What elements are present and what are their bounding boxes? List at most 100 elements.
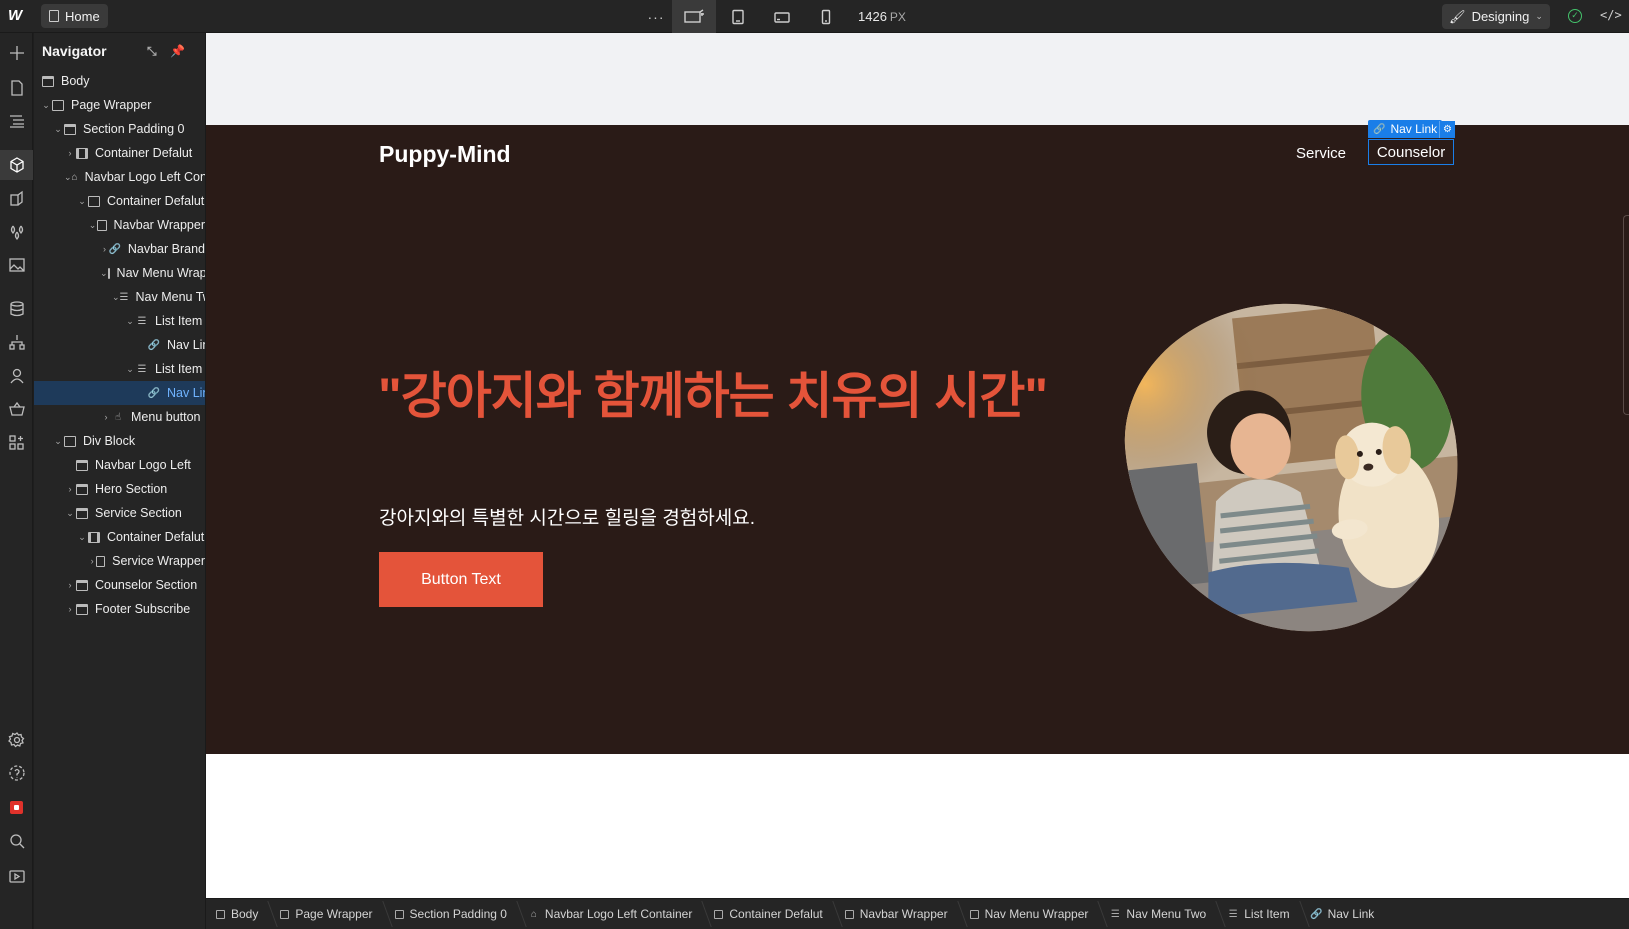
navbar-brand[interactable]: Puppy-Mind (379, 141, 511, 168)
breadcrumb-item-section-padding[interactable]: Section Padding 0 (394, 907, 519, 921)
chevron-down-icon[interactable]: ⌄ (52, 436, 64, 447)
canvas-width-readout[interactable]: 1426 PX (858, 9, 906, 24)
section-icon (76, 507, 88, 519)
tree-item-service-section[interactable]: ⌄ Service Section (34, 501, 205, 525)
publish-status-check-icon[interactable]: ✓ (1568, 9, 1582, 23)
link-icon: 🔗 (108, 243, 122, 255)
element-settings-gear-icon[interactable]: ⚙ (1439, 121, 1455, 138)
breadcrumb-label: Nav Menu Wrapper (984, 907, 1089, 921)
chevron-down-icon[interactable]: ⌄ (64, 172, 72, 183)
more-options-button[interactable]: ··· (640, 9, 672, 25)
logic-icon[interactable] (0, 327, 33, 357)
search-icon[interactable] (0, 826, 33, 856)
breadcrumb-item-page-wrapper[interactable]: Page Wrapper (280, 907, 384, 921)
record-icon[interactable] (0, 792, 33, 822)
tree-item-menu-button[interactable]: › ☝ Menu button (34, 405, 205, 429)
breakpoint-tablet-button[interactable] (716, 0, 760, 33)
breakpoint-portrait-button[interactable] (804, 0, 848, 33)
chevron-right-icon[interactable]: › (64, 148, 76, 158)
tree-item-container-default[interactable]: › Container Defalut (34, 141, 205, 165)
tree-item-nav-link-selected[interactable]: 🔗 Nav Link (34, 381, 205, 405)
hero-button[interactable]: Button Text (379, 552, 543, 607)
tree-item-body[interactable]: Body (34, 69, 205, 93)
chevron-down-icon[interactable]: ⌄ (124, 316, 136, 327)
collapse-all-icon[interactable]: ⤡ (147, 44, 157, 59)
chevron-down-icon[interactable]: ⌄ (112, 292, 120, 303)
chevron-right-icon[interactable]: › (64, 604, 76, 614)
style-selectors-icon[interactable] (0, 183, 33, 213)
chevron-down-icon[interactable]: ⌄ (88, 220, 97, 231)
ecommerce-icon[interactable] (0, 394, 33, 424)
breadcrumb-label: Container Defalut (729, 907, 823, 921)
users-icon[interactable] (0, 361, 33, 391)
breadcrumb-item-list-item[interactable]: ☰ List Item (1228, 907, 1301, 921)
tree-item-nav-menu-two[interactable]: ⌄ ☰ Nav Menu Two (34, 285, 205, 309)
chevron-right-icon[interactable]: › (88, 556, 96, 566)
nav-link-counselor-selected[interactable]: Counselor (1368, 139, 1454, 165)
page-selector-button[interactable]: Home (41, 4, 108, 28)
nav-link-service[interactable]: Service (1296, 145, 1346, 162)
tree-item-navbar-logo-left-container[interactable]: ⌄ ⌂ Navbar Logo Left Container (34, 165, 205, 189)
chevron-right-icon[interactable]: › (64, 580, 76, 590)
tree-item-label: List Item (155, 362, 203, 376)
chevron-down-icon[interactable]: ⌄ (76, 196, 88, 207)
tree-item-label: Div Block (83, 434, 136, 448)
tree-item-navbar-wrapper[interactable]: ⌄ Navbar Wrapper (34, 213, 205, 237)
selection-label-text: Nav Link (1390, 122, 1438, 136)
tree-item-container-default[interactable]: ⌄ Container Defalut (34, 525, 205, 549)
chevron-down-icon[interactable]: ⌄ (100, 268, 108, 279)
tree-item-navbar-brand[interactable]: › 🔗 Navbar Brand (34, 237, 205, 261)
tree-item-div-block[interactable]: ⌄ Div Block (34, 429, 205, 453)
breakpoint-landscape-button[interactable] (760, 0, 804, 33)
navigator-icon[interactable] (0, 106, 33, 136)
design-canvas[interactable]: Puppy-Mind Service 🔗 Nav Link ⚙ Counselo… (206, 33, 1629, 898)
tree-item-section-padding[interactable]: ⌄ Section Padding 0 (34, 117, 205, 141)
chevron-down-icon[interactable]: ⌄ (124, 364, 136, 375)
apps-icon[interactable] (0, 428, 33, 458)
tree-item-list-item[interactable]: ⌄ ☰ List Item (34, 357, 205, 381)
tree-item-nav-link[interactable]: 🔗 Nav Link (34, 333, 205, 357)
components-icon[interactable] (0, 150, 33, 180)
chevron-down-icon[interactable]: ⌄ (64, 508, 76, 519)
tree-item-navbar-logo-left[interactable]: Navbar Logo Left (34, 453, 205, 477)
breadcrumb-item-nav-menu-two[interactable]: ☰ Nav Menu Two (1110, 907, 1218, 921)
chevron-down-icon[interactable]: ⌄ (52, 124, 64, 135)
variables-icon[interactable] (0, 217, 33, 247)
webflow-logo-icon[interactable]: W (8, 8, 28, 24)
pin-icon[interactable]: 📌 (170, 44, 185, 58)
help-icon[interactable] (0, 758, 33, 788)
pages-icon[interactable] (0, 73, 33, 103)
video-tutorials-icon[interactable] (0, 861, 33, 891)
designer-mode-dropdown[interactable]: 🖌 Designing ⌄ (1442, 4, 1550, 29)
chevron-right-icon[interactable]: › (64, 484, 76, 494)
cms-collections-icon[interactable] (0, 294, 33, 324)
breadcrumb-item-container-default[interactable]: Container Defalut (714, 907, 834, 921)
code-export-icon[interactable]: </> (1600, 8, 1622, 22)
tree-item-counselor-section[interactable]: › Counselor Section (34, 573, 205, 597)
breadcrumb-item-nav-menu-wrapper[interactable]: Nav Menu Wrapper (969, 907, 1101, 921)
tree-item-hero-section[interactable]: › Hero Section (34, 477, 205, 501)
canvas-scroll-handle[interactable] (1623, 215, 1629, 415)
chevron-right-icon[interactable]: › (100, 244, 109, 254)
settings-icon[interactable] (0, 725, 33, 755)
tree-item-list-item[interactable]: ⌄ ☰ List Item (34, 309, 205, 333)
tree-item-page-wrapper[interactable]: ⌄ Page Wrapper (34, 93, 205, 117)
element-breadcrumb: Body Page Wrapper Section Padding 0 ⌂ Na… (206, 898, 1629, 929)
tree-item-service-wrapper[interactable]: › Service Wrapper (34, 549, 205, 573)
chevron-down-icon[interactable]: ⌄ (76, 532, 88, 543)
chevron-down-icon[interactable]: ⌄ (40, 100, 52, 111)
breadcrumb-item-nav-link[interactable]: 🔗 Nav Link (1310, 907, 1387, 921)
hero-subheading[interactable]: 강아지와의 특별한 시간으로 힐링을 경험하세요. (379, 503, 755, 530)
add-elements-icon[interactable] (0, 38, 33, 68)
breadcrumb-item-body[interactable]: Body (216, 907, 270, 921)
tree-item-label: Container Defalut (95, 146, 193, 160)
hero-heading[interactable]: "강아지와 함께하는 치유의 시간" (378, 356, 1048, 428)
assets-icon[interactable] (0, 250, 33, 280)
chevron-right-icon[interactable]: › (100, 412, 112, 422)
breadcrumb-item-navbar-logo-left-container[interactable]: ⌂ Navbar Logo Left Container (529, 907, 704, 921)
breadcrumb-item-navbar-wrapper[interactable]: Navbar Wrapper (844, 907, 960, 921)
tree-item-footer-subscribe[interactable]: › Footer Subscribe (34, 597, 205, 621)
tree-item-container-default[interactable]: ⌄ Container Defalut (34, 189, 205, 213)
breakpoint-desktop-button[interactable] (672, 0, 716, 33)
tree-item-nav-menu-wrapper[interactable]: ⌄ Nav Menu Wrapper (34, 261, 205, 285)
